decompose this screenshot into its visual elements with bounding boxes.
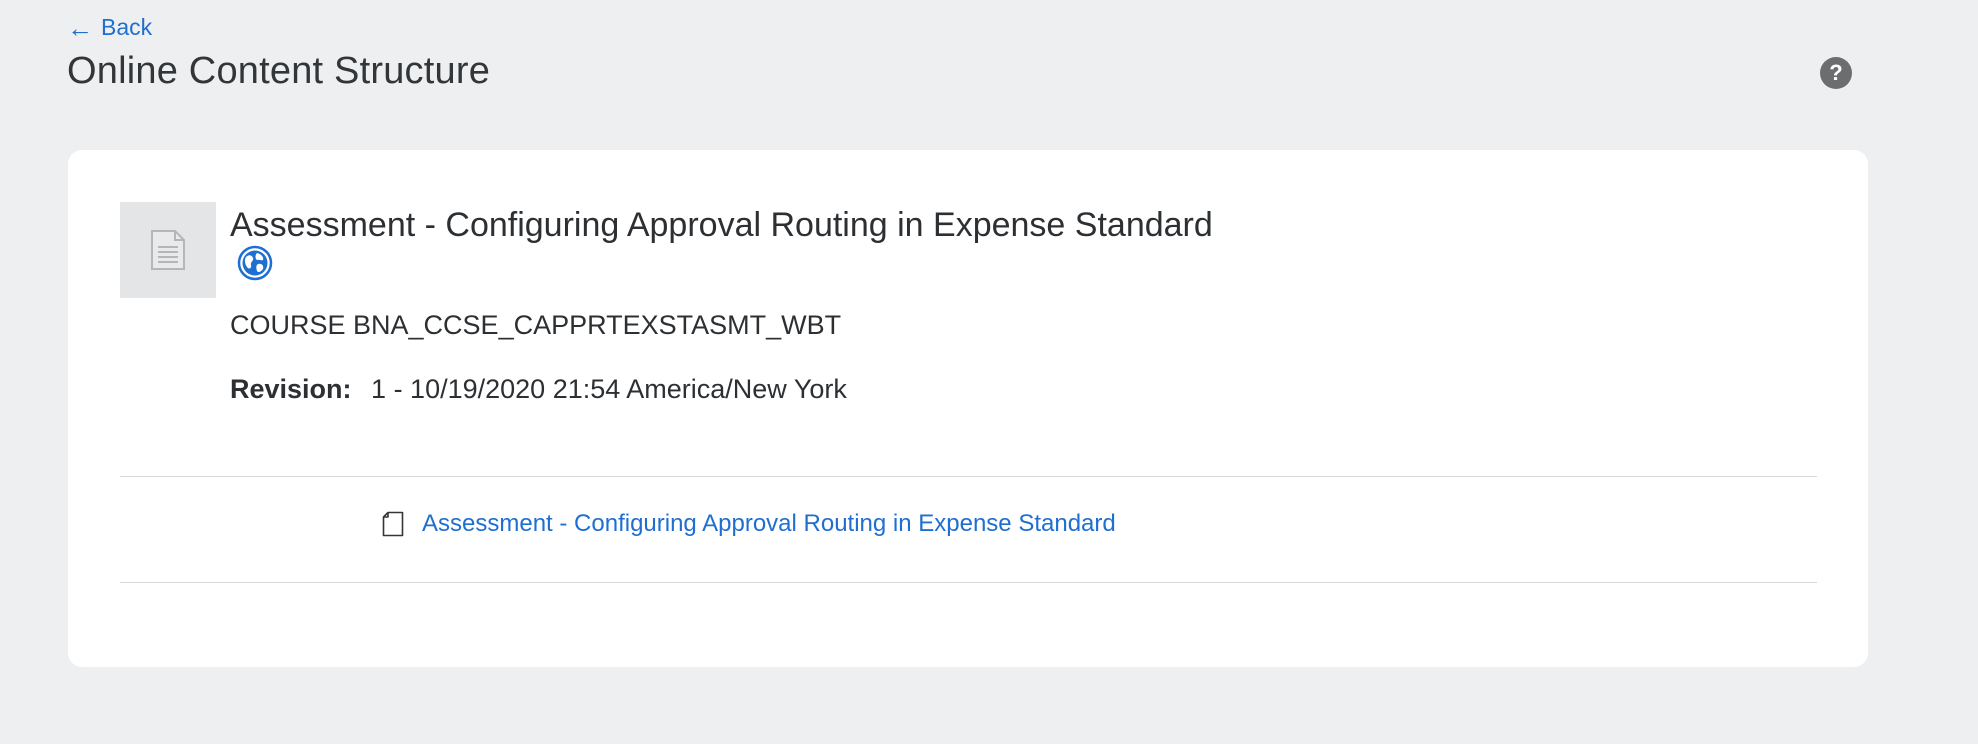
back-arrow-icon: ←: [67, 12, 93, 43]
page-title: Online Content Structure: [67, 50, 491, 92]
content-card: Assessment - Configuring Approval Routin…: [68, 150, 1868, 667]
page-icon: [382, 511, 404, 537]
help-icon[interactable]: ?: [1820, 57, 1852, 89]
structure-item-link[interactable]: Assessment - Configuring Approval Routin…: [422, 510, 1116, 538]
item-title: Assessment - Configuring Approval Routin…: [230, 206, 1213, 244]
page: ← Back Online Content Structure ? Assess…: [0, 0, 1978, 744]
divider-bottom: [120, 582, 1817, 583]
course-code: COURSE BNA_CCSE_CAPPRTEXSTASMT_WBT: [230, 310, 842, 340]
revision-info: Revision: 1 - 10/19/2020 21:54 America/N…: [230, 374, 847, 405]
revision-label: Revision:: [230, 374, 352, 404]
item-thumbnail: [120, 202, 216, 298]
revision-value: 1 - 10/19/2020 21:54 America/New York: [371, 374, 847, 404]
structure-item: Assessment - Configuring Approval Routin…: [382, 510, 1116, 538]
divider-top: [120, 476, 1817, 477]
back-link[interactable]: ← Back: [67, 14, 152, 41]
document-icon: [151, 230, 185, 270]
back-label: Back: [101, 14, 153, 40]
globe-icon: [237, 245, 273, 281]
